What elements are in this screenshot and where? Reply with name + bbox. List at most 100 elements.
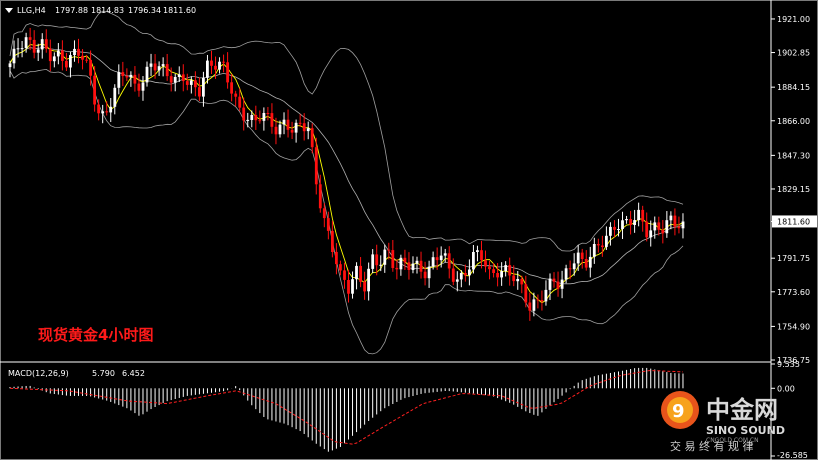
candle-body — [254, 115, 258, 121]
candle-body — [20, 48, 24, 50]
candle-body — [383, 249, 387, 265]
candle-body — [210, 60, 213, 66]
macd-tick-label: 0.00 — [777, 384, 795, 393]
candle-body — [286, 119, 290, 130]
candle-body — [359, 265, 362, 282]
candle-body — [629, 219, 632, 225]
candle-body — [302, 123, 306, 132]
brand-en: SINO SOUND — [706, 424, 785, 437]
candle-body — [266, 113, 270, 114]
candle-body — [93, 75, 96, 105]
candle-body — [218, 61, 221, 70]
candle-body — [681, 221, 685, 229]
candle-body — [661, 229, 665, 234]
y-tick-label: 1884.15 — [777, 83, 810, 92]
candle-body — [355, 265, 358, 280]
candle-body — [645, 221, 649, 238]
candle-body — [133, 74, 137, 84]
candle-body — [576, 252, 580, 264]
candle-body — [472, 252, 475, 270]
candle-body — [97, 104, 100, 114]
candle-body — [532, 299, 536, 311]
candle-body — [129, 74, 133, 78]
candle-body — [282, 119, 286, 125]
brand-logo-glyph: 9 — [672, 401, 685, 422]
candle-body — [117, 72, 121, 88]
candle-body — [609, 226, 612, 236]
candle-body — [588, 256, 592, 268]
y-tick-label: 1829.15 — [777, 185, 810, 194]
candle-body — [516, 279, 520, 282]
candle-body — [194, 80, 197, 88]
candle-body — [399, 257, 403, 270]
y-tick-label: 1773.60 — [777, 288, 810, 297]
candle-body — [202, 77, 205, 97]
candle-body — [391, 250, 395, 268]
candle-body — [306, 128, 310, 132]
candle-body — [552, 278, 556, 282]
candle-body — [496, 273, 499, 278]
candle-body — [177, 74, 181, 77]
candle-body — [81, 55, 84, 60]
candle-body — [48, 48, 52, 62]
macd-header: MACD(12,26,9) 5.790 6.452 — [8, 369, 145, 378]
candle-body — [290, 129, 294, 133]
candle-body — [294, 122, 298, 133]
candle-body — [153, 63, 157, 71]
candle-body — [524, 284, 528, 303]
candle-body — [504, 265, 508, 272]
brand-watermark: 9 中金网 SINO SOUND CNGOLD.COM.CN 交 易 终 有 规… — [661, 391, 785, 453]
candle-body — [653, 222, 657, 231]
candle-body — [198, 87, 201, 97]
candle-body — [185, 81, 189, 85]
candle-body — [572, 263, 576, 270]
brand-cn: 中金网 — [706, 396, 778, 424]
macd-signal-value: 6.452 — [122, 369, 145, 378]
candle-body — [464, 273, 467, 276]
candle-body — [367, 268, 370, 292]
macd-tick-label: -26.585 — [777, 451, 808, 460]
candle-body — [617, 229, 620, 230]
candle-body — [137, 83, 141, 91]
triangle-down-icon — [5, 8, 13, 13]
candle-body — [61, 50, 64, 61]
candle-body — [238, 96, 242, 108]
candle-body — [580, 252, 584, 259]
low-value: 1796.34 — [128, 6, 161, 15]
candle-body — [560, 279, 564, 289]
candle-body — [250, 115, 254, 120]
macd-plot — [9, 367, 684, 452]
candle-body — [331, 230, 334, 252]
candle-body — [451, 268, 455, 282]
candle-body — [56, 50, 60, 57]
candle-body — [512, 275, 516, 282]
candle-body — [318, 184, 322, 209]
brand-slogan: 交 易 终 有 规 律 — [670, 439, 753, 453]
candle-body — [262, 113, 266, 121]
candle-body — [637, 209, 640, 221]
candle-body — [528, 302, 532, 311]
candle-body — [145, 66, 149, 83]
candle-body — [326, 218, 330, 231]
candle-body — [347, 280, 350, 294]
close-value: 1811.60 — [163, 6, 196, 15]
candle-body — [443, 253, 447, 256]
candle-body — [677, 226, 681, 229]
candle-body — [431, 257, 435, 267]
y-tick-label: 1866.00 — [777, 117, 810, 126]
candle-body — [181, 74, 185, 82]
price-plot — [8, 10, 685, 355]
candle-body — [343, 270, 346, 280]
candle-body — [371, 254, 375, 269]
candle-body — [423, 271, 427, 279]
candle-body — [161, 64, 165, 67]
candle-body — [339, 264, 342, 271]
chart-caption: 现货黄金4小时图 — [38, 326, 153, 344]
y-tick-label: 1847.30 — [777, 151, 810, 160]
chart-canvas: 1921.00 1902.85 1884.15 1866.00 1847.30 1829.… — [0, 0, 818, 460]
candle-body — [322, 208, 326, 219]
candle-body — [649, 230, 653, 238]
candle-body — [28, 37, 32, 40]
bollinger-upper-line — [9, 10, 684, 252]
candle-body — [32, 39, 36, 53]
